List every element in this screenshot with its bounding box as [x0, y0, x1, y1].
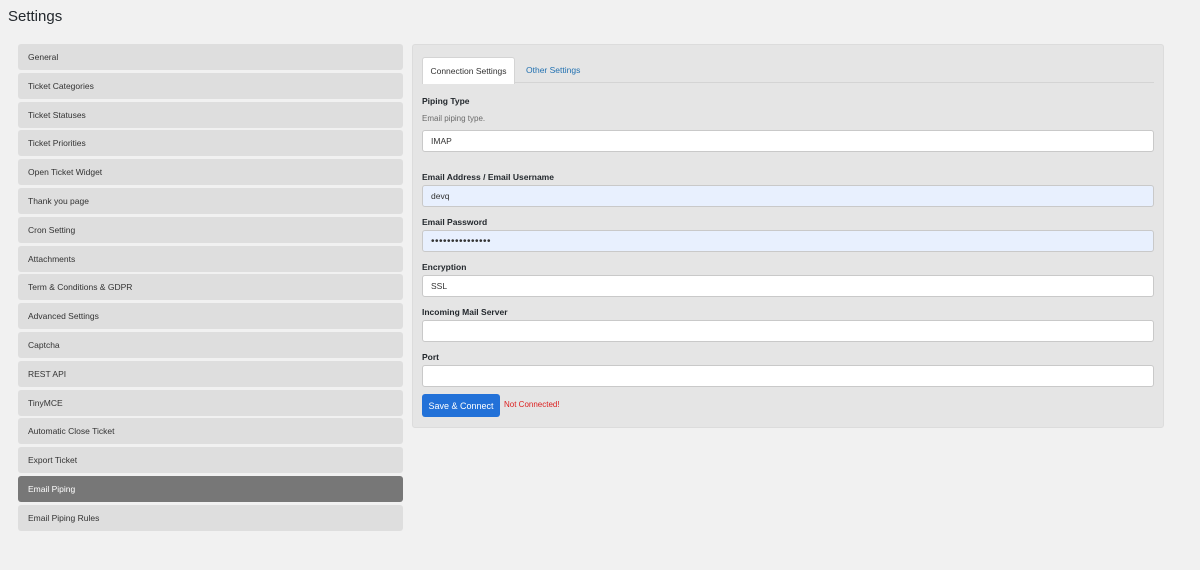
settings-panel: Connection Settings Other Settings Pipin…: [412, 44, 1164, 428]
email-password-input[interactable]: •••••••••••••••: [422, 230, 1154, 252]
connection-status-text: Not Connected!: [504, 400, 560, 409]
port-input[interactable]: [422, 365, 1154, 387]
piping-type-description: Email piping type.: [422, 114, 486, 123]
settings-sidebar: General Ticket Categories Ticket Statuse…: [18, 44, 403, 534]
encryption-input[interactable]: SSL: [422, 275, 1154, 297]
sidebar-item-open-ticket-widget[interactable]: Open Ticket Widget: [18, 159, 403, 186]
sidebar-item-captcha[interactable]: Captcha: [18, 331, 403, 358]
sidebar-item-rest-api[interactable]: REST API: [18, 360, 403, 387]
sidebar-item-ticket-statuses[interactable]: Ticket Statuses: [18, 101, 403, 128]
sidebar-item-ticket-categories[interactable]: Ticket Categories: [18, 72, 403, 99]
tab-bar: Connection Settings Other Settings: [422, 57, 1154, 84]
sidebar-item-ticket-priorities[interactable]: Ticket Priorities: [18, 130, 403, 157]
piping-type-select[interactable]: IMAP: [422, 130, 1154, 152]
port-label: Port: [422, 352, 439, 362]
page-title: Settings: [8, 8, 63, 25]
sidebar-item-general[interactable]: General: [18, 44, 403, 70]
email-address-label: Email Address / Email Username: [422, 172, 554, 182]
sidebar-item-thank-you-page[interactable]: Thank you page: [18, 187, 403, 214]
sidebar-item-export-ticket[interactable]: Export Ticket: [18, 447, 403, 474]
sidebar-item-terms-gdpr[interactable]: Term & Conditions & GDPR: [18, 274, 403, 301]
incoming-mail-server-input[interactable]: [422, 320, 1154, 342]
tab-other-settings[interactable]: Other Settings: [526, 57, 580, 83]
sidebar-item-tinymce[interactable]: TinyMCE: [18, 389, 403, 416]
sidebar-item-automatic-close-ticket[interactable]: Automatic Close Ticket: [18, 418, 403, 445]
sidebar-item-cron-setting[interactable]: Cron Setting: [18, 216, 403, 243]
email-address-input[interactable]: devq: [422, 185, 1154, 207]
sidebar-item-attachments[interactable]: Attachments: [18, 245, 403, 272]
incoming-mail-server-label: Incoming Mail Server: [422, 307, 508, 317]
tab-connection-settings[interactable]: Connection Settings: [422, 57, 515, 84]
piping-type-label: Piping Type: [422, 96, 470, 106]
email-password-label: Email Password: [422, 217, 488, 227]
sidebar-item-email-piping-rules[interactable]: Email Piping Rules: [18, 504, 403, 531]
encryption-label: Encryption: [422, 262, 467, 272]
sidebar-item-advanced-settings[interactable]: Advanced Settings: [18, 303, 403, 330]
save-connect-button[interactable]: Save & Connect: [422, 394, 500, 417]
sidebar-item-email-piping[interactable]: Email Piping: [18, 475, 403, 502]
